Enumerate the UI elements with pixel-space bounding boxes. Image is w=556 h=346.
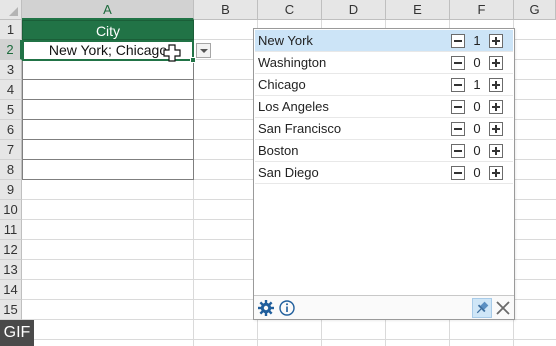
increment-button[interactable] <box>489 166 503 180</box>
table-header-cell[interactable]: City <box>22 20 194 40</box>
increment-button[interactable] <box>489 34 503 48</box>
column-header-e[interactable]: E <box>386 0 450 20</box>
row-header-11[interactable]: 11 <box>0 220 22 240</box>
item-count: 0 <box>473 121 481 136</box>
table-cell[interactable] <box>22 120 194 140</box>
table-cell[interactable] <box>22 80 194 100</box>
list-item-new-york[interactable]: New York 1 <box>255 30 513 52</box>
row-header-15[interactable]: 15 <box>0 300 22 320</box>
list-item-los-angeles[interactable]: Los Angeles 0 <box>255 96 513 118</box>
row-header-5[interactable]: 5 <box>0 100 22 120</box>
decrement-button[interactable] <box>451 166 465 180</box>
close-icon[interactable] <box>494 298 512 318</box>
column-header-b[interactable]: B <box>194 0 258 20</box>
row-header-13[interactable]: 13 <box>0 260 22 280</box>
row-header-3[interactable]: 3 <box>0 60 22 80</box>
crosshair-cursor-icon <box>163 44 181 62</box>
increment-button[interactable] <box>489 78 503 92</box>
list-item-boston[interactable]: Boston 0 <box>255 140 513 162</box>
item-count: 0 <box>473 165 481 180</box>
list-item-washington[interactable]: Washington 0 <box>255 52 513 74</box>
item-count: 0 <box>473 143 481 158</box>
item-count: 0 <box>473 99 481 114</box>
increment-button[interactable] <box>489 144 503 158</box>
column-header-c[interactable]: C <box>258 0 322 20</box>
decrement-button[interactable] <box>451 78 465 92</box>
table-cell[interactable] <box>22 60 194 80</box>
list-item-label: Chicago <box>258 77 306 92</box>
column-header-f[interactable]: F <box>450 0 514 20</box>
increment-button[interactable] <box>489 100 503 114</box>
list-item-label: New York <box>258 33 313 48</box>
pin-button[interactable] <box>472 298 492 318</box>
item-count: 1 <box>473 77 481 92</box>
decrement-button[interactable] <box>451 100 465 114</box>
select-all-triangle <box>9 7 18 16</box>
list-item-label: San Diego <box>258 165 319 180</box>
column-header-g[interactable]: G <box>514 0 556 20</box>
select-all-corner[interactable] <box>0 0 22 20</box>
cell-dropdown-button[interactable] <box>196 43 211 58</box>
increment-button[interactable] <box>489 56 503 70</box>
column-header-d[interactable]: D <box>322 0 386 20</box>
row-header-9[interactable]: 9 <box>0 180 22 200</box>
list-item-label: Los Angeles <box>258 99 329 114</box>
gridline <box>22 339 556 340</box>
multi-select-panel: New York 1 Washington 0 Chicago 1 Los An… <box>253 28 515 320</box>
increment-button[interactable] <box>489 122 503 136</box>
list-item-san-diego[interactable]: San Diego 0 <box>255 162 513 184</box>
row-header-7[interactable]: 7 <box>0 140 22 160</box>
item-count: 0 <box>473 55 481 70</box>
row-header-10[interactable]: 10 <box>0 200 22 220</box>
list-item-label: San Francisco <box>258 121 342 136</box>
table-cell[interactable] <box>22 140 194 160</box>
column-header-a[interactable]: A <box>22 0 194 20</box>
panel-footer <box>254 295 514 319</box>
decrement-button[interactable] <box>451 34 465 48</box>
list-item-label: Washington <box>258 55 327 70</box>
list-item-san-francisco[interactable]: San Francisco 0 <box>255 118 513 140</box>
gear-icon[interactable] <box>257 299 275 317</box>
row-header-2[interactable]: 2 <box>0 40 22 60</box>
table-cell[interactable] <box>22 160 194 180</box>
info-icon[interactable] <box>278 299 296 317</box>
item-count: 1 <box>473 33 481 48</box>
row-header-1[interactable]: 1 <box>0 20 22 40</box>
decrement-button[interactable] <box>451 122 465 136</box>
list-item-chicago[interactable]: Chicago 1 <box>255 74 513 96</box>
row-header-8[interactable]: 8 <box>0 160 22 180</box>
decrement-button[interactable] <box>451 56 465 70</box>
pin-icon <box>476 301 489 314</box>
row-header-4[interactable]: 4 <box>0 80 22 100</box>
row-header-6[interactable]: 6 <box>0 120 22 140</box>
row-header-14[interactable]: 14 <box>0 280 22 300</box>
table-cell[interactable] <box>22 100 194 120</box>
list-item-label: Boston <box>258 143 299 158</box>
decrement-button[interactable] <box>451 144 465 158</box>
gif-badge: GIF <box>0 320 34 346</box>
row-header-12[interactable]: 12 <box>0 240 22 260</box>
